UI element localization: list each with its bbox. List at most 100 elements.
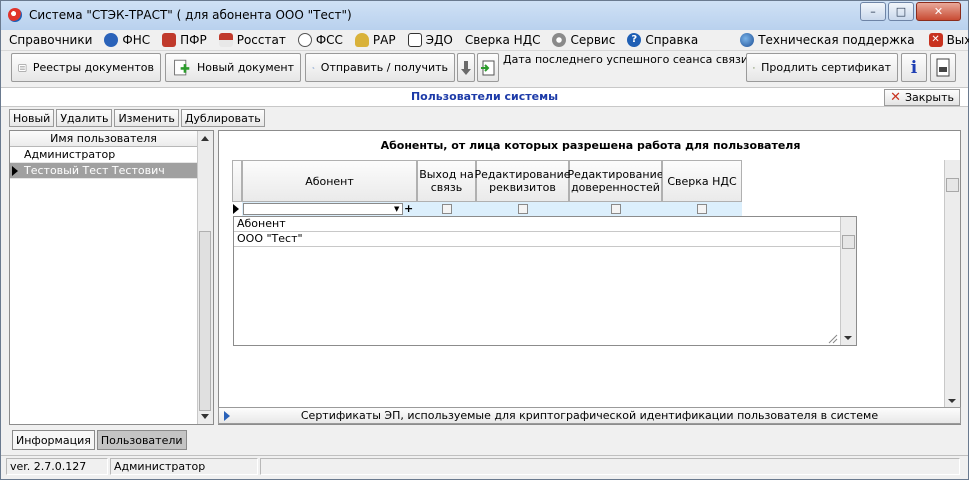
user-row[interactable]: Администратор — [10, 147, 197, 163]
close-window-button[interactable]: ✕ — [916, 2, 961, 21]
menu-bar: Справочники ФНС ПФР Росстат ФСС РАР ЭДО … — [1, 30, 969, 51]
vat-reconciliation-checkbox[interactable] — [697, 204, 707, 214]
scroll-down-icon[interactable] — [948, 399, 956, 403]
down-arrow-icon — [461, 60, 471, 75]
col-subscriber[interactable]: Абонент — [242, 160, 417, 202]
users-scroll-thumb[interactable] — [199, 231, 211, 411]
edo-icon — [407, 33, 422, 47]
dropdown-header: Абонент — [234, 217, 840, 232]
certificate-icon — [753, 66, 755, 69]
new-user-button[interactable]: Новый — [9, 109, 55, 127]
maximize-button[interactable]: □ — [888, 2, 914, 21]
globe-icon — [740, 33, 755, 47]
col-vat-reconciliation[interactable]: Сверка НДС — [662, 160, 742, 202]
send-receive-button[interactable]: Отправить / получить — [305, 53, 455, 82]
extend-certificate-button[interactable]: Продлить сертификат — [746, 53, 898, 82]
window-title: Система "СТЭК-ТРАСТ" ( для абонента ООО … — [29, 8, 352, 22]
rosstat-icon — [218, 33, 233, 47]
scroll-down-icon[interactable] — [844, 336, 852, 340]
exit-icon: ✕ — [928, 33, 943, 47]
edit-powers-checkbox[interactable] — [611, 204, 621, 214]
rar-icon — [354, 33, 369, 47]
export-button[interactable] — [477, 53, 499, 82]
menu-item-service[interactable]: Сервис — [552, 33, 615, 47]
minimize-button[interactable]: – — [860, 2, 886, 21]
tab-users[interactable]: Пользователи — [96, 430, 187, 450]
dropdown-option[interactable]: ООО "Тест" — [234, 232, 840, 247]
subscribers-scroll-thumb[interactable] — [946, 178, 959, 192]
gear-icon — [552, 33, 567, 47]
col-edit-powers-of-attorney[interactable]: Редактирование доверенностей — [568, 160, 664, 202]
help-icon: ? — [627, 33, 642, 47]
resize-grip-icon[interactable] — [826, 332, 838, 344]
current-user-text: Администратор — [110, 458, 258, 475]
scroll-down-icon[interactable] — [201, 414, 209, 419]
dropdown-scrollbar[interactable] — [840, 217, 856, 345]
info-button[interactable]: i — [901, 53, 927, 82]
user-actions: Новый Удалить Изменить Дублировать — [9, 109, 265, 127]
new-document-icon — [174, 59, 190, 75]
bottom-tabs: Информация Пользователи — [12, 430, 187, 450]
close-page-button[interactable]: ✕ Закрыть — [884, 89, 960, 106]
fss-icon — [297, 33, 312, 47]
menu-item-fss[interactable]: ФСС — [297, 33, 343, 47]
app-logo-icon — [8, 8, 22, 22]
menu-item-fns[interactable]: ФНС — [104, 33, 150, 47]
menu-item-support[interactable]: Техническая поддержка — [740, 33, 915, 47]
select-arrow-icon[interactable]: ▼ — [394, 205, 399, 213]
subscribers-title: Абоненты, от лица которых разрешена рабо… — [380, 139, 801, 152]
row-pointer-icon — [12, 166, 18, 176]
row-pointer-icon — [233, 204, 239, 214]
info-icon: i — [910, 57, 918, 78]
delete-user-button[interactable]: Удалить — [56, 109, 113, 127]
dropdown-scroll-thumb[interactable] — [842, 235, 855, 249]
menu-item-help[interactable]: ? Справка — [627, 33, 698, 47]
menu-item-rosstat[interactable]: Росстат — [218, 33, 286, 47]
page-heading: Пользователи системы ✕ Закрыть — [1, 87, 968, 107]
subscribers-scrollbar[interactable] — [944, 160, 960, 408]
title-bar: Система "СТЭК-ТРАСТ" ( для абонента ООО … — [1, 1, 968, 30]
go-online-checkbox[interactable] — [442, 204, 452, 214]
pdf-icon — [936, 58, 950, 76]
menu-item-edo[interactable]: ЭДО — [407, 33, 453, 47]
col-go-online[interactable]: Выход на связь — [417, 160, 476, 202]
edit-requisites-checkbox[interactable] — [518, 204, 528, 214]
send-receive-icon — [312, 66, 315, 69]
download-button[interactable] — [457, 53, 475, 82]
app-window: Система "СТЭК-ТРАСТ" ( для абонента ООО … — [0, 0, 969, 480]
user-row-selected[interactable]: Тестовый Тест Тестович — [10, 163, 197, 179]
users-scrollbar[interactable] — [197, 131, 213, 424]
menu-item-rar[interactable]: РАР — [354, 33, 396, 47]
users-column-header[interactable]: Имя пользователя — [10, 131, 197, 147]
new-document-button[interactable]: Новый документ — [165, 53, 301, 82]
duplicate-user-button[interactable]: Дублировать — [180, 109, 265, 127]
add-subscriber-icon[interactable]: + — [404, 202, 413, 215]
last-session-text: Дата последнего успешного сеанса связи: … — [503, 53, 777, 66]
export-icon — [481, 60, 495, 75]
close-icon: ✕ — [890, 90, 901, 105]
subscribers-panel: Абоненты, от лица которых разрешена рабо… — [218, 130, 961, 425]
status-empty-cell — [260, 458, 960, 475]
status-bar: ver. 2.7.0.127 Администратор — [1, 455, 968, 479]
menu-item-pfr[interactable]: ПФР — [162, 33, 207, 47]
tab-information[interactable]: Информация — [12, 430, 95, 450]
subscriber-select[interactable] — [243, 203, 403, 215]
page-title: Пользователи системы — [410, 90, 559, 103]
registry-icon — [18, 64, 27, 71]
certificates-section-button[interactable]: Сертификаты ЭП, используемые для криптог… — [218, 407, 961, 424]
menu-item-vat-reconciliation[interactable]: Сверка НДС — [465, 33, 541, 47]
pdf-button[interactable] — [930, 53, 956, 82]
scroll-up-icon[interactable] — [201, 136, 209, 141]
expand-icon — [224, 411, 230, 421]
users-list: Имя пользователя Администратор Тестовый … — [9, 130, 214, 425]
toolbar: Реестры документов Новый документ Отправ… — [1, 51, 968, 85]
menu-item-directories[interactable]: Справочники — [9, 33, 92, 47]
col-edit-requisites[interactable]: Редактирование реквизитов — [475, 160, 571, 202]
menu-item-exit[interactable]: ✕Выход — [928, 33, 969, 47]
edit-user-button[interactable]: Изменить — [114, 109, 179, 127]
subscriber-dropdown: Абонент ООО "Тест" — [233, 216, 857, 346]
pfr-icon — [162, 33, 177, 47]
version-text: ver. 2.7.0.127 — [6, 458, 108, 475]
registries-button[interactable]: Реестры документов — [11, 53, 161, 82]
fns-icon — [104, 33, 119, 47]
